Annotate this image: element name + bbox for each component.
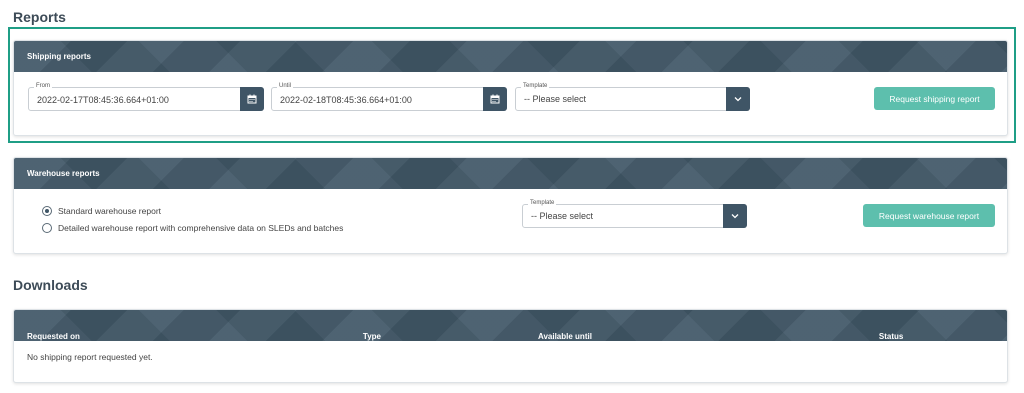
shipping-reports-header-label: Shipping reports	[27, 52, 91, 61]
column-header-requested-on: Requested on	[27, 332, 80, 341]
warehouse-template-label: Template	[528, 199, 557, 208]
warehouse-reports-header: Warehouse reports	[14, 158, 1007, 189]
from-date-field[interactable]: From 2022-02-17T08:45:36.664+01:00	[28, 82, 264, 111]
downloads-title: Downloads	[13, 277, 88, 293]
warehouse-template-select[interactable]: Template -- Please select	[522, 199, 747, 228]
column-header-available-until: Available until	[537, 332, 592, 341]
radio-label: Standard warehouse report	[58, 206, 162, 216]
until-date-field[interactable]: Until 2022-02-18T08:45:36.664+01:00	[271, 82, 507, 111]
chevron-down-icon	[731, 214, 739, 219]
radio-standard-warehouse-report[interactable]: Standard warehouse report	[42, 206, 161, 216]
request-warehouse-report-button[interactable]: Request warehouse report	[863, 204, 995, 227]
warehouse-template-dropdown-button[interactable]	[723, 204, 747, 228]
warehouse-reports-card: Warehouse reports Standard warehouse rep…	[13, 157, 1008, 254]
downloads-table: Requested on Type Available until Status…	[13, 309, 1008, 383]
until-date-value: 2022-02-18T08:45:36.664+01:00	[280, 95, 412, 105]
until-label: Until	[277, 82, 294, 91]
column-header-type: Type	[362, 332, 381, 341]
from-label: From	[34, 82, 52, 91]
warehouse-template-value: -- Please select	[531, 211, 594, 221]
column-header-status: Status	[878, 332, 904, 341]
shipping-template-label: Template	[521, 82, 550, 91]
radio-detailed-warehouse-report[interactable]: Detailed warehouse report with comprehen…	[42, 223, 343, 233]
chevron-down-icon	[734, 97, 742, 102]
request-shipping-report-button[interactable]: Request shipping report	[874, 87, 995, 110]
until-calendar-button[interactable]	[483, 87, 507, 111]
from-calendar-button[interactable]	[240, 87, 264, 111]
shipping-template-select[interactable]: Template -- Please select	[515, 82, 750, 111]
reports-title: Reports	[13, 9, 66, 25]
calendar-icon	[490, 94, 500, 104]
shipping-template-value: -- Please select	[524, 94, 587, 104]
shipping-template-dropdown-button[interactable]	[726, 87, 750, 111]
empty-table-message: No shipping report requested yet.	[27, 352, 153, 362]
calendar-icon	[247, 94, 257, 104]
shipping-reports-header: Shipping reports	[14, 41, 1007, 72]
radio-button[interactable]	[42, 206, 52, 216]
from-date-value: 2022-02-17T08:45:36.664+01:00	[37, 95, 169, 105]
warehouse-reports-header-label: Warehouse reports	[27, 169, 100, 178]
radio-button[interactable]	[42, 223, 52, 233]
shipping-reports-card: Shipping reports From 2022-02-17T08:45:3…	[13, 40, 1008, 136]
radio-label: Detailed warehouse report with comprehen…	[58, 223, 344, 233]
downloads-table-header: Requested on Type Available until Status	[14, 310, 1007, 341]
